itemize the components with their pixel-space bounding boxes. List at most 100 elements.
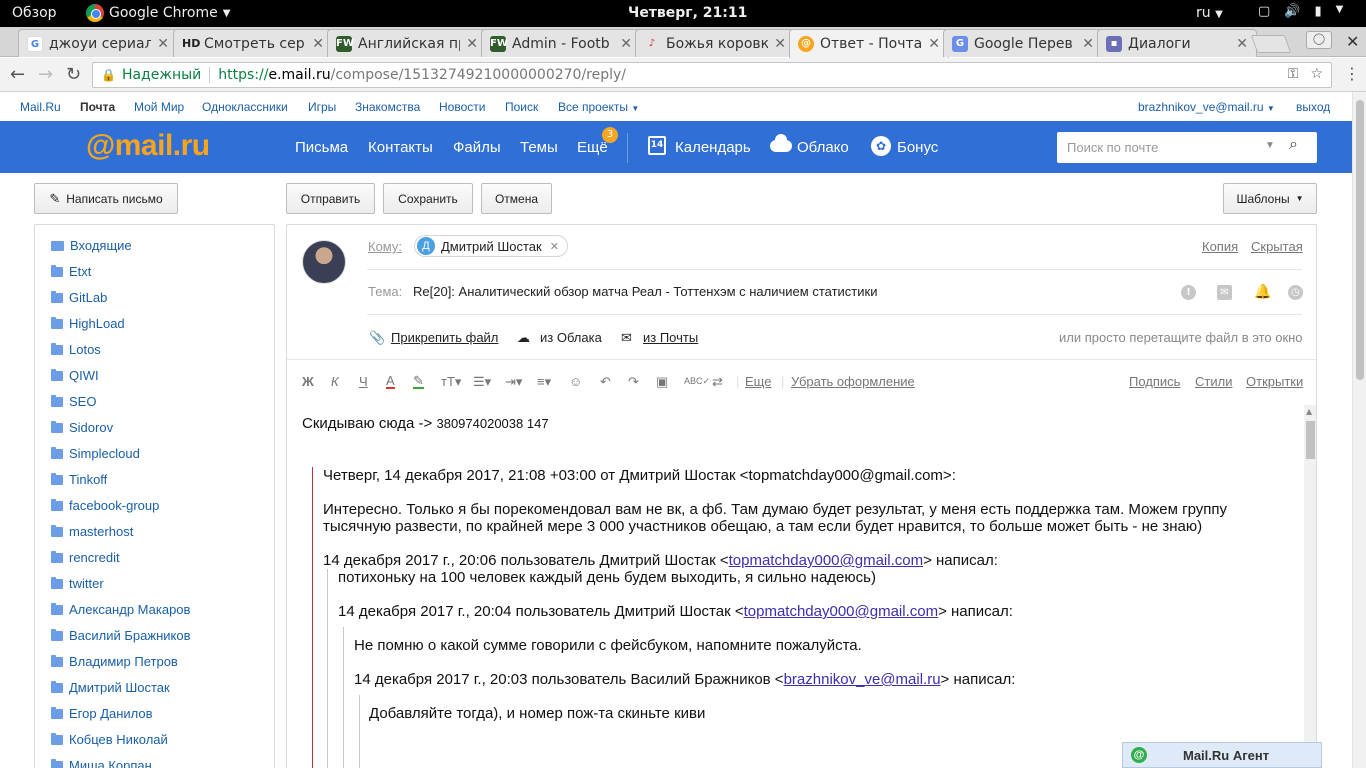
- cc-link[interactable]: Копия: [1202, 239, 1238, 254]
- spellcheck-icon[interactable]: ABC✓: [684, 376, 710, 387]
- send-button[interactable]: Отправить: [286, 183, 375, 214]
- folder-item[interactable]: QIWI: [51, 368, 99, 383]
- user-email-link[interactable]: brazhnikov_ve@mail.ru ▼: [1138, 100, 1275, 114]
- nav-cloud[interactable]: Облако: [797, 139, 849, 156]
- logout-link[interactable]: выход: [1296, 100, 1330, 114]
- mail-search-input[interactable]: Поиск по почте ▼ ⌕: [1057, 132, 1317, 163]
- all-projects-link[interactable]: Все проекты ▼: [558, 100, 639, 114]
- message-body-editor[interactable]: Скидываю сюда -> 380974020038 147 Четвер…: [287, 405, 1304, 768]
- browser-tab[interactable]: HD Смотреть сер ✕: [173, 29, 333, 57]
- browser-tab[interactable]: G Google Перев ✕: [943, 29, 1103, 57]
- signature-link[interactable]: Подпись: [1129, 374, 1180, 389]
- nav-files[interactable]: Файлы: [453, 139, 501, 156]
- redo-icon[interactable]: ↷: [628, 374, 639, 390]
- nav-calendar[interactable]: Календарь: [675, 139, 751, 156]
- back-arrow-icon[interactable]: ←: [10, 64, 25, 85]
- envelope-icon[interactable]: ✉: [1217, 285, 1232, 300]
- email-link[interactable]: brazhnikov_ve@mail.ru: [784, 671, 941, 688]
- browser-tab-active[interactable]: @ Ответ - Почта ✕: [789, 29, 949, 58]
- styles-link[interactable]: Стили: [1195, 374, 1232, 389]
- portal-link[interactable]: Знакомства: [355, 100, 420, 114]
- app-menu[interactable]: Google Chrome ▼: [86, 4, 230, 22]
- list-icon[interactable]: ≡▾: [537, 374, 551, 390]
- portal-link[interactable]: Игры: [308, 100, 336, 114]
- editor-scrollbar[interactable]: ▲: [1304, 405, 1316, 768]
- email-link[interactable]: topmatchday000@gmail.com: [744, 603, 939, 620]
- keyboard-layout[interactable]: ru ▼: [1196, 5, 1223, 21]
- bell-icon[interactable]: 🔔: [1254, 285, 1271, 300]
- key-icon[interactable]: ⚿: [1288, 66, 1299, 82]
- nav-letters[interactable]: Письма: [295, 139, 348, 156]
- editor-scroll-thumb[interactable]: [1306, 421, 1315, 459]
- nav-themes[interactable]: Темы: [520, 139, 558, 156]
- close-icon[interactable]: ✕: [620, 36, 632, 52]
- folder-item[interactable]: Simplecloud: [51, 446, 140, 461]
- portal-link[interactable]: Одноклассники: [202, 100, 288, 114]
- search-icon[interactable]: ⌕: [1289, 136, 1298, 154]
- emoji-icon[interactable]: ☺: [569, 374, 582, 389]
- nav-more[interactable]: Ещё: [577, 139, 608, 156]
- star-icon[interactable]: ☆: [1310, 66, 1323, 82]
- folder-item[interactable]: Sidorov: [51, 420, 113, 435]
- folder-item[interactable]: masterhost: [51, 524, 133, 539]
- folder-item[interactable]: Дмитрий Шостак: [51, 680, 170, 695]
- portal-link-current[interactable]: Почта: [80, 100, 115, 114]
- forward-arrow-icon[interactable]: →: [38, 64, 53, 85]
- browser-tab[interactable]: ▪ Диалоги ✕: [1097, 29, 1257, 57]
- browser-tab[interactable]: FW Английская пр ✕: [327, 29, 487, 57]
- folder-item[interactable]: Миша Корпан: [51, 758, 152, 768]
- subject-input[interactable]: Re[20]: Аналитический обзор матча Реал -…: [413, 284, 877, 299]
- close-icon[interactable]: ✕: [466, 36, 478, 52]
- clock[interactable]: Четверг, 21:11: [628, 5, 747, 21]
- folder-item[interactable]: Lotos: [51, 342, 101, 357]
- chrome-menu-icon[interactable]: ⋮: [1344, 64, 1360, 83]
- font-size-icon[interactable]: тT▾: [441, 374, 461, 390]
- folder-item[interactable]: rencredit: [51, 550, 120, 565]
- align-icon[interactable]: ☰▾: [473, 374, 491, 390]
- italic-icon[interactable]: К: [331, 374, 339, 389]
- activities-button[interactable]: Обзор: [12, 5, 57, 21]
- folder-item[interactable]: SEO: [51, 394, 96, 409]
- undo-icon[interactable]: ↶: [600, 374, 611, 390]
- underline-icon[interactable]: Ч: [359, 374, 368, 389]
- browser-tab[interactable]: ♪ Божья коровк ✕: [635, 29, 795, 57]
- folder-item[interactable]: HighLoad: [51, 316, 125, 331]
- clear-format-link[interactable]: Убрать оформление: [791, 374, 915, 389]
- folder-item[interactable]: Кобцев Николай: [51, 732, 168, 747]
- remove-recipient-icon[interactable]: ✕: [550, 240, 559, 253]
- folder-item[interactable]: twitter: [51, 576, 104, 591]
- close-icon[interactable]: ✕: [157, 36, 169, 52]
- from-mail-link[interactable]: из Почты: [643, 330, 698, 345]
- close-icon[interactable]: ✕: [312, 36, 324, 52]
- clock-icon[interactable]: ◷: [1288, 285, 1303, 300]
- mail-agent-panel[interactable]: @ Mail.Ru Агент: [1122, 742, 1322, 768]
- highlight-icon[interactable]: ✎: [413, 374, 424, 389]
- mail-logo[interactable]: @mail.ru: [86, 129, 210, 163]
- folder-item[interactable]: GitLab: [51, 290, 107, 305]
- portal-link[interactable]: Поиск: [505, 100, 538, 114]
- close-icon[interactable]: ✕: [928, 36, 940, 52]
- folder-inbox[interactable]: Входящие: [51, 238, 132, 253]
- portal-link[interactable]: Новости: [439, 100, 485, 114]
- more-format-link[interactable]: Еще: [745, 374, 771, 389]
- folder-item[interactable]: Александр Макаров: [51, 602, 190, 617]
- folder-item[interactable]: Tinkoff: [51, 472, 107, 487]
- from-cloud-link[interactable]: из Облака: [540, 330, 602, 345]
- scroll-up-arrow-icon[interactable]: ▲: [1306, 407, 1312, 416]
- compose-button[interactable]: ✎ Написать письмо: [34, 183, 178, 214]
- nav-bonus[interactable]: Бонус: [897, 139, 938, 156]
- new-tab-button[interactable]: [1250, 35, 1292, 53]
- page-scroll-thumb[interactable]: [1356, 100, 1364, 380]
- folder-item[interactable]: facebook-group: [51, 498, 159, 513]
- templates-button[interactable]: Шаблоны ▼: [1223, 183, 1317, 214]
- browser-tab[interactable]: FW Admin - Footb ✕: [481, 29, 641, 57]
- page-scrollbar[interactable]: [1352, 92, 1366, 768]
- image-icon[interactable]: ▣: [656, 374, 668, 390]
- folder-item[interactable]: Егор Данилов: [51, 706, 153, 721]
- browser-tab[interactable]: G джоуи сериал ✕: [18, 29, 178, 57]
- cards-link[interactable]: Открытки: [1246, 374, 1303, 389]
- translate-icon[interactable]: ⇄: [712, 374, 723, 390]
- profile-icon[interactable]: ◯: [1306, 31, 1332, 49]
- email-link[interactable]: topmatchday000@gmail.com: [729, 552, 924, 569]
- window-close-icon[interactable]: ✕: [1346, 32, 1359, 51]
